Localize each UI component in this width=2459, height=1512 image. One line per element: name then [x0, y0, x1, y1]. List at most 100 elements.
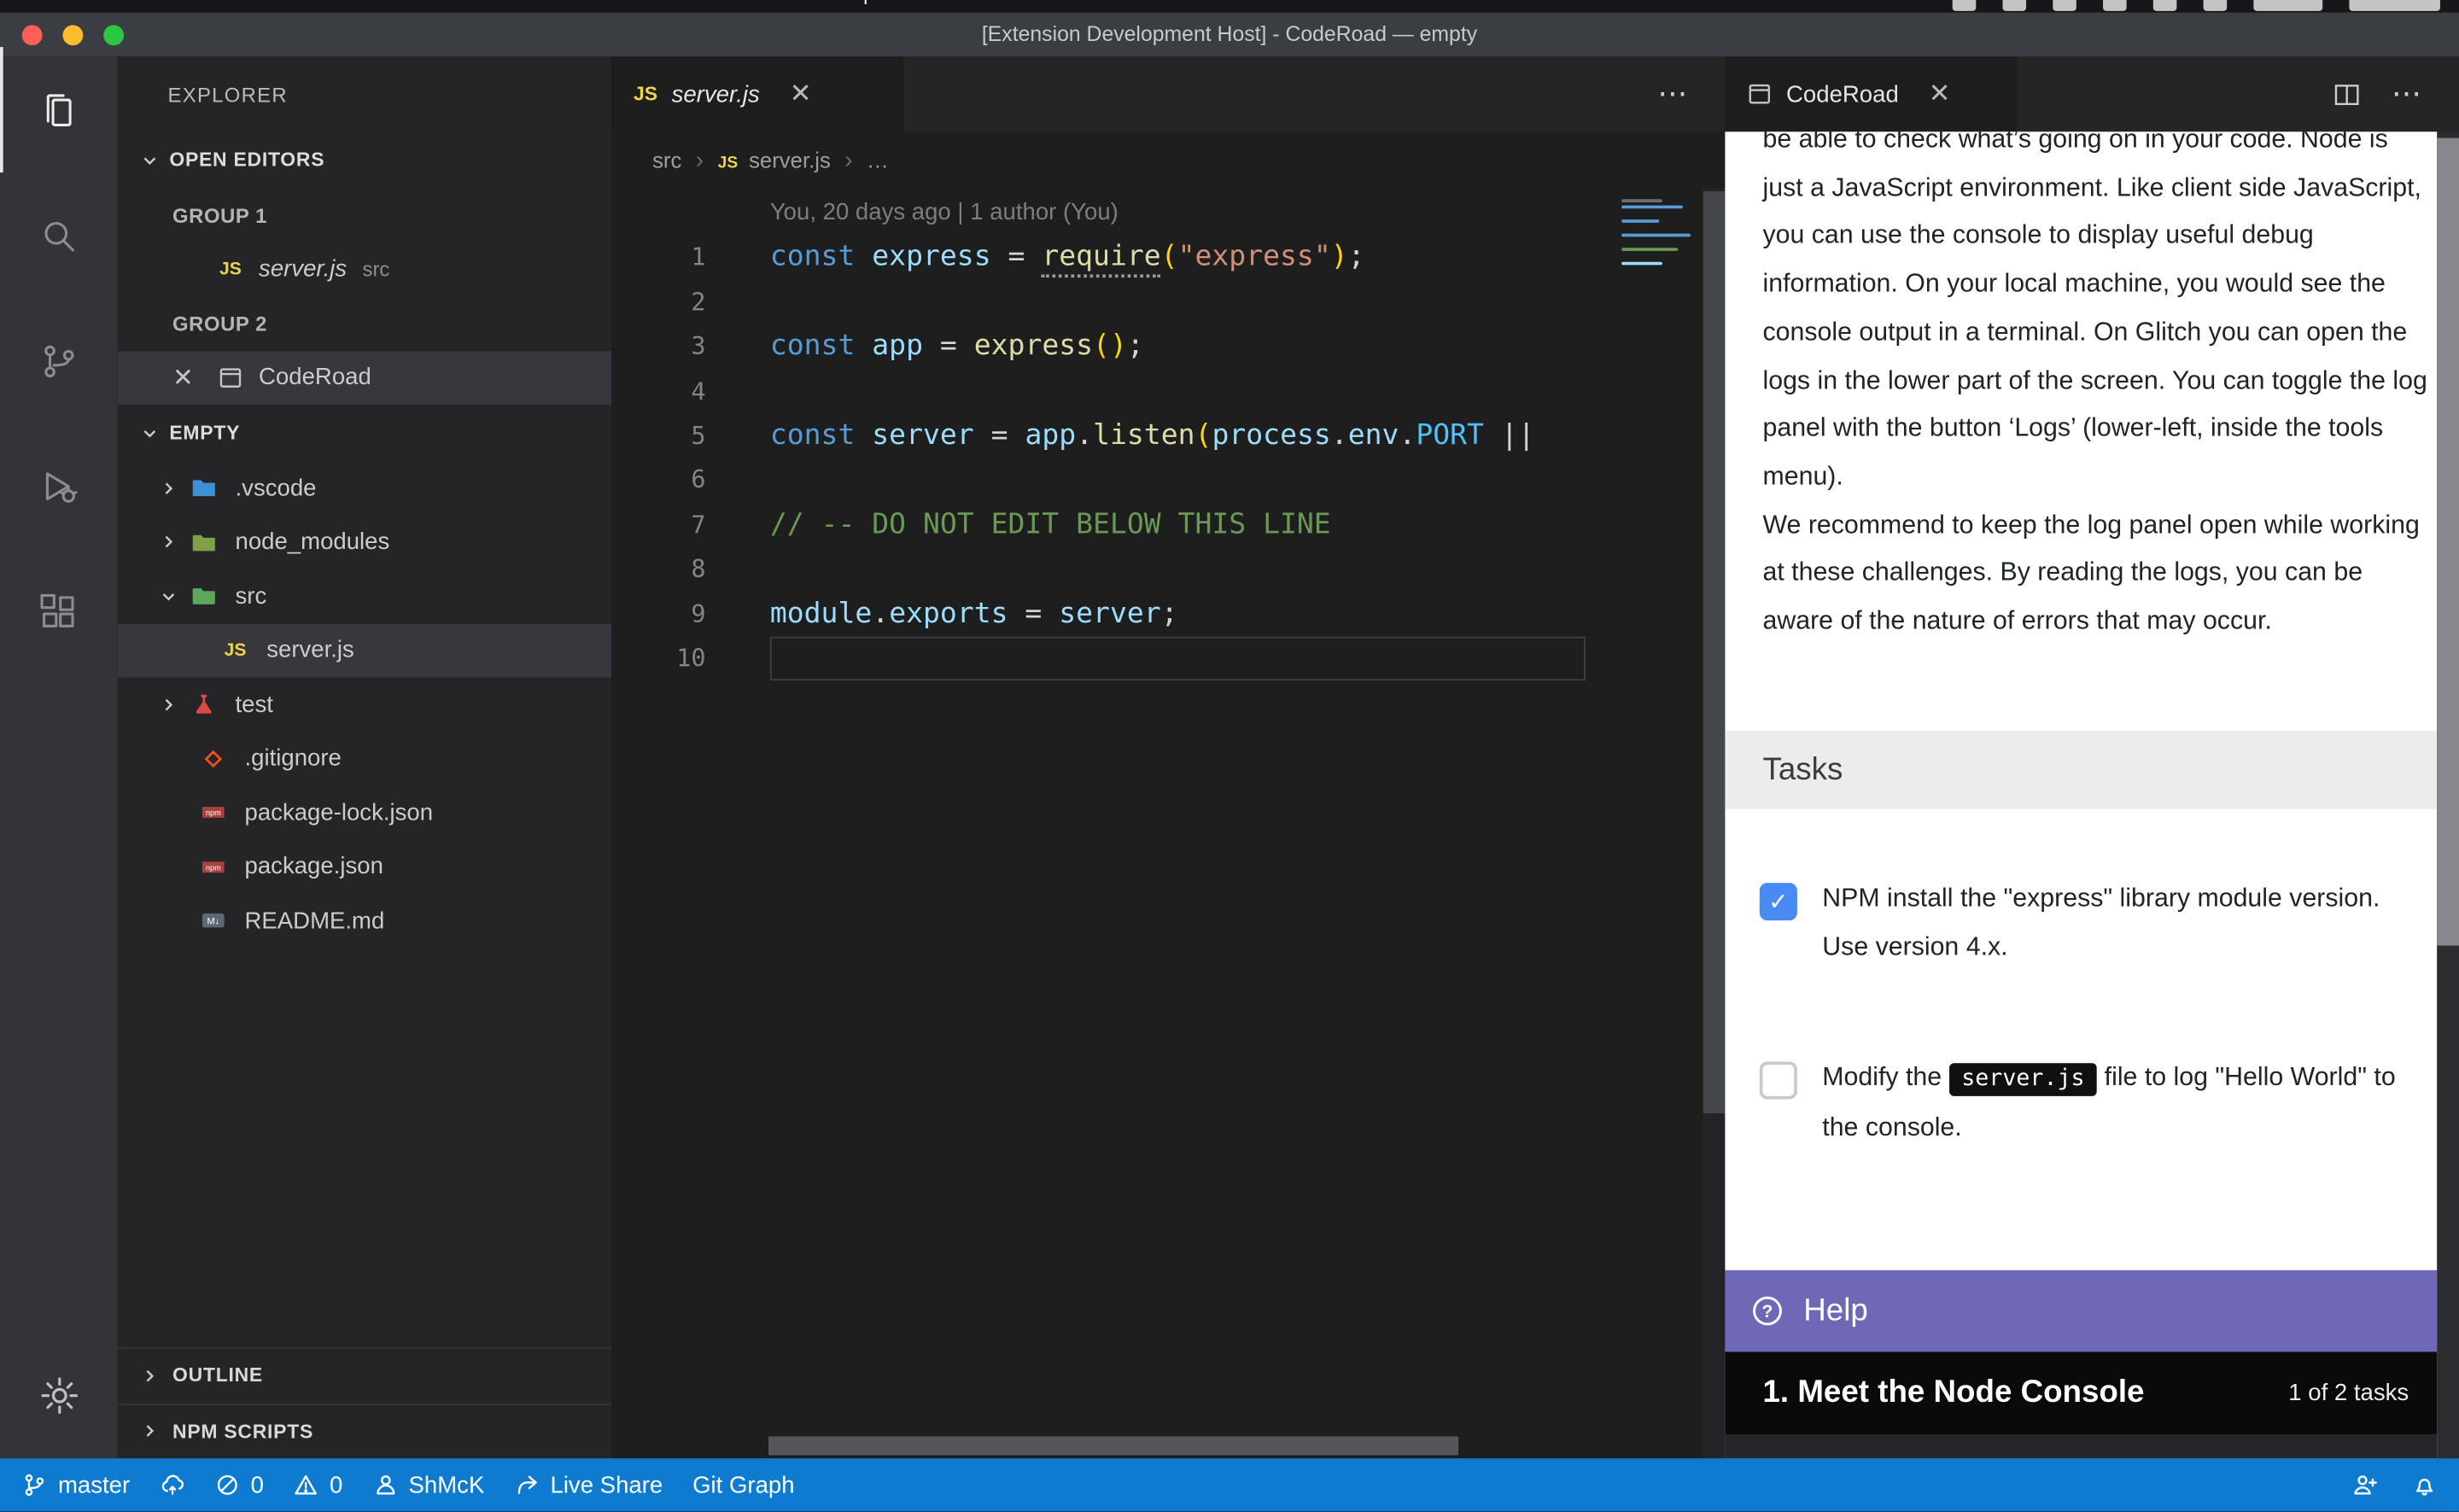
token: . — [1076, 418, 1093, 452]
zoom-window-button[interactable] — [103, 25, 124, 45]
menu-go[interactable]: Go — [453, 0, 516, 5]
tree-item-test[interactable]: test — [118, 677, 612, 731]
tree-item-label: package.json — [245, 854, 383, 880]
code-editor[interactable]: You, 20 days ago | 1 author (You)1const … — [611, 188, 1725, 1458]
code-line-10[interactable]: 10 — [611, 637, 1700, 681]
tree-item-package-lock-json[interactable]: npmpackage-lock.json — [118, 785, 612, 839]
task-checkbox[interactable] — [1760, 1061, 1797, 1099]
activity-explorer-icon[interactable] — [0, 47, 118, 172]
minimap[interactable] — [1621, 195, 1693, 277]
token: express — [872, 241, 990, 274]
code-line-1[interactable]: 1const express = require("express"); — [611, 236, 1700, 280]
menu-edit[interactable]: Edit — [181, 0, 252, 5]
status-sync[interactable] — [160, 1473, 184, 1497]
minimap-line — [1621, 206, 1683, 209]
status-0[interactable]: 0 — [214, 1472, 264, 1498]
lesson-paragraph: be able to check what’s going on in your… — [1762, 131, 2427, 501]
code-line-9[interactable]: 9module.exports = server; — [611, 592, 1700, 636]
status-git-graph[interactable]: Git Graph — [692, 1472, 794, 1498]
tree-item-readme-md[interactable]: M↓ README.md — [118, 894, 612, 948]
open-editor-item-coderoad[interactable]: ✕CodeRoad — [118, 351, 612, 405]
breadcrumb-item[interactable]: JSserver.js — [718, 148, 831, 172]
editor-horizontal-scrollbar[interactable] — [768, 1436, 1458, 1455]
editor-tabbar: JS server.js ✕ ⋯ — [611, 56, 1725, 131]
lesson-paragraph: We recommend to keep the log panel open … — [1762, 501, 2427, 645]
status-shmck[interactable]: ShMcK — [372, 1472, 484, 1498]
token: module — [770, 597, 872, 630]
tree-item--gitignore[interactable]: .gitignore — [118, 732, 612, 785]
code-text: // -- DO NOT EDIT BELOW THIS LINE — [706, 503, 1331, 547]
editor-vertical-scrollbar[interactable] — [1703, 188, 1726, 1458]
split-editor-icon[interactable] — [2333, 81, 2360, 108]
panel-scrollbar[interactable] — [2437, 131, 2459, 1458]
tree-item-label: README.md — [245, 908, 385, 934]
token: ( — [1161, 241, 1178, 274]
status-bar: master 0 0 ShMcK Live Share Git Graph — [0, 1458, 2459, 1511]
breadcrumb-item[interactable]: … — [867, 148, 889, 172]
npm-icon: npm — [199, 855, 227, 879]
close-icon[interactable]: ✕ — [790, 79, 812, 110]
code-line-4[interactable]: 4 — [611, 370, 1700, 414]
tab-coderoad[interactable]: CodeRoad ✕ — [1725, 56, 2017, 131]
section-npm-scripts[interactable]: NPM SCRIPTS — [118, 1403, 612, 1458]
status-live-share[interactable]: Live Share — [514, 1472, 663, 1498]
activity-search-icon[interactable] — [0, 172, 118, 298]
tab-server-js[interactable]: JS server.js ✕ — [611, 56, 903, 131]
menu-window[interactable]: Window — [704, 0, 815, 5]
current-line-highlight — [770, 637, 1586, 681]
git-branch-icon — [22, 1473, 47, 1497]
token: || — [1484, 418, 1535, 452]
activity-source-control-icon[interactable] — [0, 298, 118, 423]
help-bar[interactable]: ? Help — [1725, 1270, 2437, 1352]
menu-run[interactable]: Run — [517, 0, 590, 5]
open-editor-item-server-js[interactable]: JSserver.jssrc — [118, 242, 612, 296]
more-actions-button[interactable]: ⋯ — [2392, 76, 2421, 112]
token: = — [923, 330, 974, 363]
token: require — [1042, 241, 1160, 278]
error-icon — [214, 1473, 239, 1497]
close-window-button[interactable] — [22, 25, 43, 45]
menu-terminal[interactable]: Terminal — [590, 0, 704, 5]
code-line-6[interactable]: 6 — [611, 458, 1700, 503]
tree-item--vscode[interactable]: .vscode — [118, 461, 612, 515]
status-0[interactable]: 0 — [294, 1472, 343, 1498]
status-master[interactable]: master — [22, 1472, 130, 1498]
status-person-add[interactable] — [2352, 1473, 2377, 1497]
tree-item-node-modules[interactable]: node_modules — [118, 515, 612, 569]
minimize-window-button[interactable] — [62, 25, 83, 45]
section-outline[interactable]: OUTLINE — [118, 1347, 612, 1403]
workspace-section-header[interactable]: EMPTY — [118, 405, 612, 461]
tab-label: CodeRoad — [1786, 81, 1899, 108]
tree-item-package-json[interactable]: npm package.json — [118, 840, 612, 894]
check-icon: ✓ — [1768, 888, 1788, 916]
close-icon[interactable]: ✕ — [1929, 79, 1951, 110]
activity-settings-icon[interactable] — [37, 1374, 80, 1417]
task-checkbox[interactable]: ✓ — [1760, 883, 1797, 920]
tree-item-src[interactable]: src — [118, 569, 612, 623]
window-titlebar: [Extension Development Host] - CodeRoad … — [0, 13, 2459, 56]
code-line-5[interactable]: 5const server = app.listen(process.env.P… — [611, 414, 1700, 458]
chevron-down-icon — [139, 423, 160, 443]
markdown-icon: M↓ — [199, 908, 227, 933]
menu-selection[interactable]: Selection — [252, 0, 373, 5]
screen: CodeFileEditSelectionViewGoRunTerminalWi… — [0, 0, 2459, 1512]
menu-file[interactable]: File — [113, 0, 181, 5]
close-icon[interactable]: ✕ — [172, 362, 207, 394]
tree-item-server-js[interactable]: JSserver.js — [118, 623, 612, 677]
code-line-3[interactable]: 3const app = express(); — [611, 325, 1700, 370]
more-actions-button[interactable]: ⋯ — [1657, 76, 1687, 112]
code-line-8[interactable]: 8 — [611, 547, 1700, 592]
code-line-7[interactable]: 7// -- DO NOT EDIT BELOW THIS LINE — [611, 503, 1700, 547]
code-line-2[interactable]: 2 — [611, 280, 1700, 324]
workbench: EXPLORER OPEN EDITORS GROUP 1JSserver.js… — [0, 56, 2459, 1458]
code-text: const express = require("express"); — [706, 236, 1365, 280]
menu-help[interactable]: Help — [815, 0, 892, 5]
breadcrumb-item[interactable]: src — [652, 148, 681, 172]
open-editors-section-header[interactable]: OPEN EDITORS — [118, 131, 612, 188]
menu-code[interactable]: Code — [25, 0, 112, 5]
menu-view[interactable]: View — [374, 0, 454, 5]
activity-run-debug-icon[interactable] — [0, 423, 118, 549]
lesson-footer[interactable]: 1. Meet the Node Console 1 of 2 tasks — [1725, 1351, 2437, 1434]
activity-extensions-icon[interactable] — [0, 549, 118, 674]
status-bell[interactable] — [2412, 1473, 2437, 1497]
